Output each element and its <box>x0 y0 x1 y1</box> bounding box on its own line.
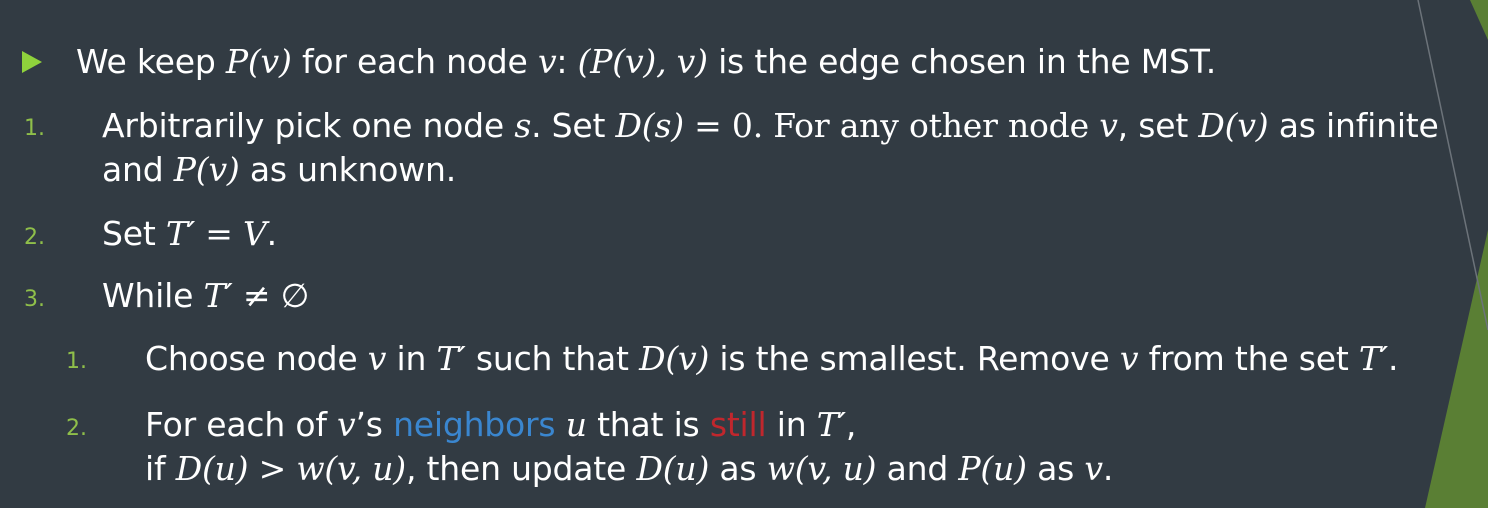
highlight-neighbors: neighbors <box>393 405 556 444</box>
step-2-line: Set T′ = V. <box>102 214 277 253</box>
substep-number: 2. <box>66 416 87 441</box>
step-number: 3. <box>24 287 45 312</box>
step-number: 2. <box>24 225 45 250</box>
substep-number: 1. <box>66 349 87 374</box>
step-number: 1. <box>24 116 45 141</box>
substep-1-line: Choose node v in T′ such that D(v) is th… <box>145 339 1399 378</box>
substep-2-line-1: For each of v’s neighbors u that is stil… <box>145 405 857 444</box>
triangle-bullet-icon <box>22 51 42 73</box>
step-1-line-1: Arbitrarily pick one node s. Set D(s) = … <box>102 106 1439 145</box>
step-3-line: While T′ ≠ ∅ <box>102 276 310 315</box>
step-1-line-2: and P(v) as unknown. <box>102 150 457 189</box>
substep-2-line-2: if D(u) > w(v, u), then update D(u) as w… <box>145 449 1114 488</box>
highlight-still: still <box>709 405 767 444</box>
bullet-line: We keep P(v) for each node v: (P(v), v) … <box>76 42 1217 81</box>
